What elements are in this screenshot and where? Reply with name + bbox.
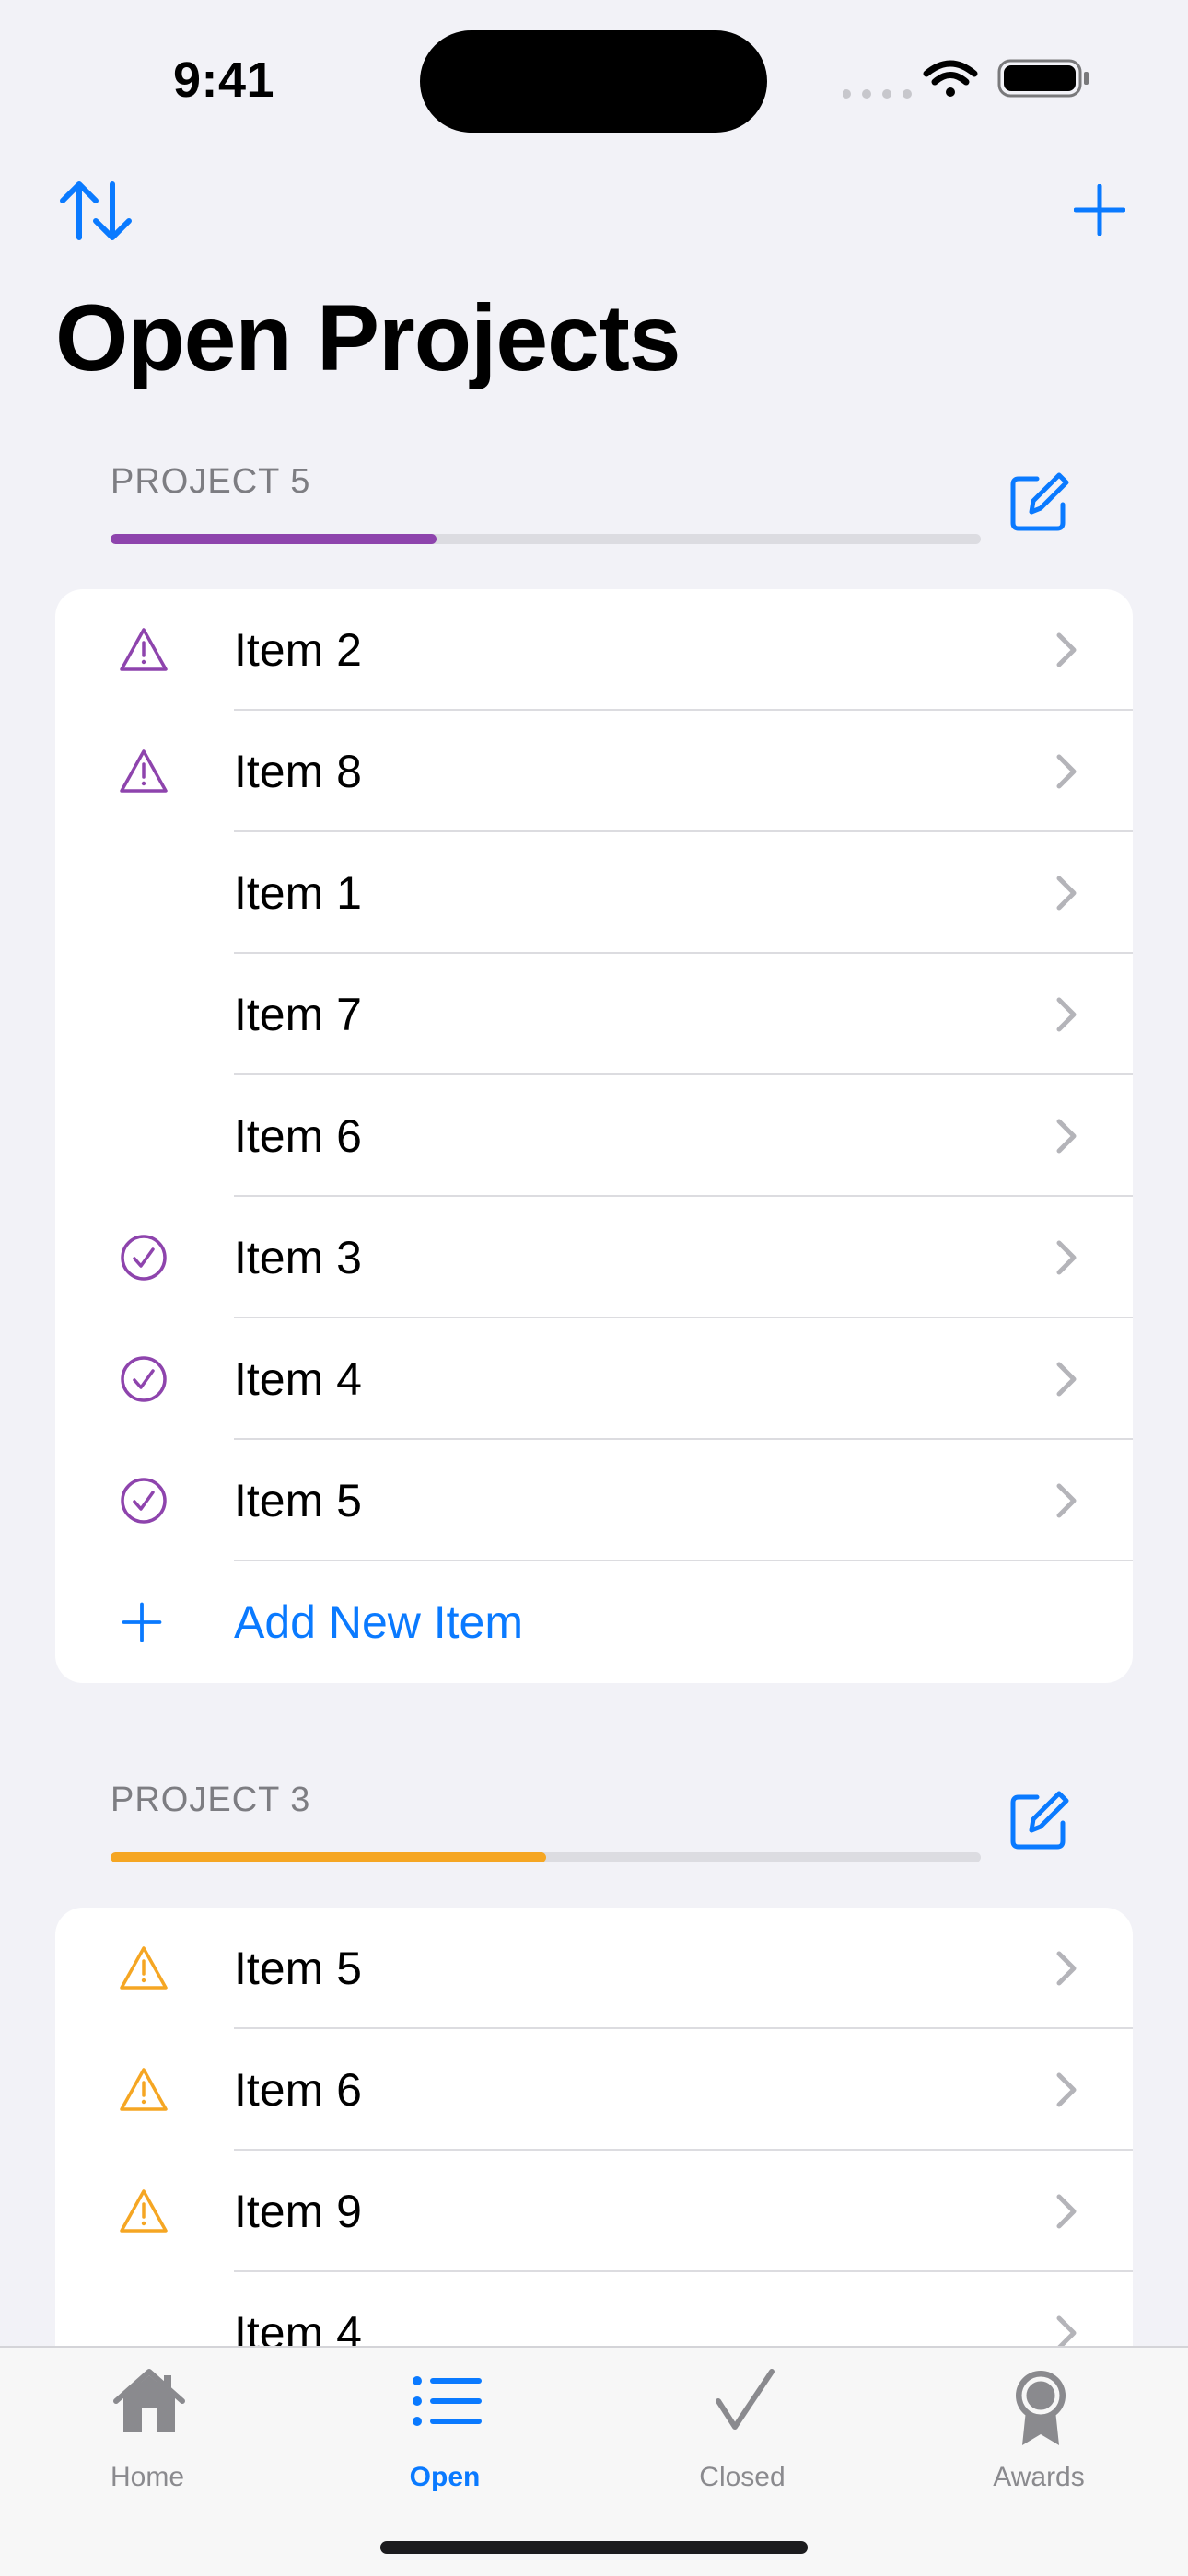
chevron-right-icon — [1056, 632, 1077, 667]
list-item[interactable]: Item 4 — [55, 1318, 1133, 1440]
edit-project-button[interactable] — [1009, 471, 1070, 532]
list-item[interactable]: Item 3 — [55, 1197, 1133, 1318]
wifi-icon — [923, 60, 978, 97]
checkmark-circle-icon — [121, 1356, 167, 1402]
tab-label: Closed — [699, 2462, 786, 2492]
list-item[interactable]: Item 5 — [55, 1908, 1133, 2029]
item-label: Item 1 — [234, 867, 362, 919]
project-progress-fill — [111, 534, 437, 544]
item-label: Item 9 — [234, 2186, 362, 2237]
project-title: PROJECT 5 — [111, 462, 311, 501]
chevron-right-icon — [1056, 1119, 1077, 1154]
tab-label: Home — [110, 2462, 185, 2492]
house-icon — [113, 2369, 185, 2432]
item-label: Item 4 — [234, 1353, 362, 1405]
tab-label: Awards — [993, 2462, 1085, 2492]
list-item[interactable]: Item 6 — [55, 2029, 1133, 2151]
project-title: PROJECT 3 — [111, 1781, 311, 1819]
item-label: Item 6 — [234, 2064, 362, 2116]
tab-label: Open — [409, 2462, 481, 2492]
item-label: Item 3 — [234, 1232, 362, 1283]
item-label: Item 2 — [234, 624, 362, 676]
warning-icon — [120, 628, 168, 671]
project-items-card: Item 2 Item 8 Item 1 Item 7 Item 6 Item 3 Item… — [55, 589, 1133, 1683]
item-label: Item 7 — [234, 989, 362, 1040]
checkmark-circle-icon — [121, 1478, 167, 1524]
sort-arrows-icon — [60, 181, 132, 240]
chevron-right-icon — [1056, 876, 1077, 911]
tab-home[interactable]: Home — [28, 2348, 267, 2492]
home-indicator — [380, 2541, 808, 2554]
chevron-right-icon — [1056, 1951, 1077, 1986]
list-item[interactable]: Item 7 — [55, 954, 1133, 1075]
square-and-pencil-icon — [1010, 472, 1069, 531]
list-item[interactable]: Item 2 — [55, 589, 1133, 711]
chevron-right-icon — [1056, 1483, 1077, 1518]
plus-icon — [1074, 184, 1125, 236]
add-new-item-button[interactable]: Add New Item — [55, 1561, 1133, 1683]
tab-awards[interactable]: Awards — [919, 2348, 1159, 2492]
project-progress-bar — [111, 1852, 981, 1862]
square-and-pencil-icon — [1010, 1791, 1069, 1850]
list-item[interactable]: Item 9 — [55, 2151, 1133, 2272]
chevron-right-icon — [1056, 2194, 1077, 2229]
status-icons — [843, 55, 1091, 101]
warning-icon — [120, 2068, 168, 2111]
dynamic-island — [420, 30, 767, 133]
item-label: Item 8 — [234, 746, 362, 797]
chevron-right-icon — [1056, 1240, 1077, 1275]
cellular-signal-icon — [843, 89, 912, 99]
plus-icon — [122, 1602, 162, 1642]
status-time: 9:41 — [173, 52, 275, 108]
battery-icon — [997, 59, 1089, 98]
project-progress-fill — [111, 1852, 546, 1862]
edit-project-button[interactable] — [1009, 1790, 1070, 1851]
add-project-button[interactable] — [1074, 184, 1125, 236]
chevron-right-icon — [1056, 754, 1077, 789]
item-label: Item 5 — [234, 1475, 362, 1526]
list-item[interactable]: Item 1 — [55, 832, 1133, 954]
item-label: Item 5 — [234, 1943, 362, 1994]
warning-icon — [120, 749, 168, 793]
checkmark-icon — [716, 2369, 775, 2430]
chevron-right-icon — [1056, 997, 1077, 1032]
add-new-item-label: Add New Item — [234, 1596, 524, 1648]
list-item[interactable]: Item 6 — [55, 1075, 1133, 1197]
item-label: Item 6 — [234, 1110, 362, 1162]
tab-closed[interactable]: Closed — [623, 2348, 862, 2492]
warning-icon — [120, 1946, 168, 1990]
rosette-icon — [1016, 2371, 1066, 2445]
list-bullet-icon — [413, 2376, 482, 2426]
tab-open[interactable]: Open — [325, 2348, 565, 2492]
sort-button[interactable] — [59, 179, 133, 243]
chevron-right-icon — [1056, 1362, 1077, 1397]
project-progress-bar — [111, 534, 981, 544]
list-item[interactable]: Item 8 — [55, 711, 1133, 832]
list-item[interactable]: Item 5 — [55, 1440, 1133, 1561]
warning-icon — [120, 2189, 168, 2233]
chevron-right-icon — [1056, 2072, 1077, 2107]
page-title: Open Projects — [55, 285, 681, 390]
checkmark-circle-icon — [121, 1235, 167, 1281]
